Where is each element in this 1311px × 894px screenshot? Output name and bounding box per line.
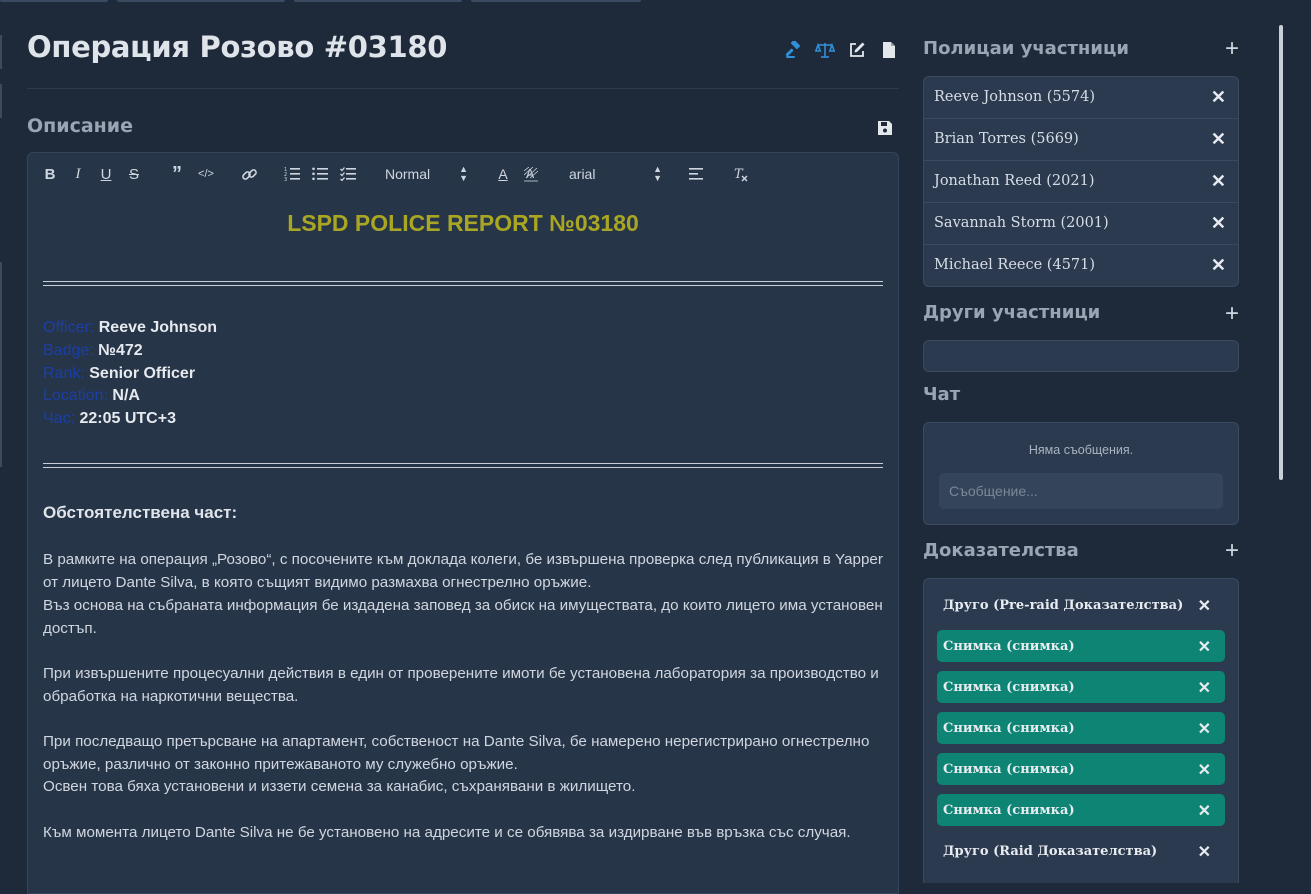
scrollbar[interactable] <box>1279 25 1283 480</box>
double-divider <box>43 281 883 286</box>
close-icon[interactable]: ✕ <box>1198 719 1211 738</box>
evidence-item[interactable]: Друго (Raid Доказателства) ✕ <box>937 835 1225 867</box>
blockquote-icon[interactable]: ” <box>169 163 185 185</box>
field-location: Location: N/A <box>43 387 140 404</box>
select-arrow-icon: ▲ ▼ <box>459 164 468 183</box>
save-icon[interactable] <box>875 118 895 138</box>
editor-toolbar: B I U S ” </> 123 Normal ▲ ▼ A arial ▲ ▼… <box>28 153 898 195</box>
others-heading: Други участници <box>923 302 1101 323</box>
close-icon[interactable]: ✕ <box>1198 678 1211 697</box>
list-item: Reeve Johnson (5574) ✕ <box>924 77 1238 119</box>
link-icon[interactable] <box>240 165 258 183</box>
list-item: Michael Reece (4571) ✕ <box>934 255 1226 276</box>
checklist-icon[interactable] <box>339 165 357 183</box>
evidence-item[interactable]: Снимка (снимка) ✕ <box>937 671 1225 703</box>
edit-icon[interactable] <box>847 40 867 60</box>
strike-button[interactable]: S <box>127 165 141 183</box>
report-editor[interactable]: B I U S ” </> 123 Normal ▲ ▼ A arial ▲ ▼… <box>27 152 899 894</box>
report-paragraph: При последващо претърсване на апартамент… <box>43 733 870 773</box>
italic-button[interactable]: I <box>72 165 84 183</box>
chat-heading: Чат <box>923 384 961 405</box>
other-participants-field[interactable] <box>923 340 1239 372</box>
chat-box: Няма съобщения. <box>923 422 1239 525</box>
add-officer-plus-icon[interactable]: + <box>1225 37 1239 61</box>
close-icon[interactable]: ✕ <box>1198 842 1211 861</box>
report-heading: LSPD POLICE REPORT №03180 <box>287 210 639 236</box>
report-paragraph: При извършените процесуални действия в е… <box>43 665 879 705</box>
align-icon[interactable] <box>688 165 706 183</box>
officers-list: Reeve Johnson (5574) ✕ Brian Torres (5669… <box>923 76 1239 287</box>
title-divider <box>27 88 899 89</box>
evidence-item[interactable]: Друго (Pre-raid Доказателства) ✕ <box>937 589 1225 621</box>
svg-text:3: 3 <box>284 177 287 181</box>
close-icon[interactable]: ✕ <box>1211 171 1226 192</box>
report-paragraph: Към момента лицето Dante Silva не бе уст… <box>43 824 851 841</box>
bullet-list-icon[interactable] <box>311 165 329 183</box>
description-label: Описание <box>27 115 134 137</box>
double-divider <box>43 463 883 468</box>
background-color-icon[interactable]: A <box>524 165 538 183</box>
field-officer: Officer: Reeve Johnson <box>43 319 217 336</box>
evidence-item[interactable]: Снимка (снимка) ✕ <box>937 753 1225 785</box>
close-icon[interactable]: ✕ <box>1198 760 1211 779</box>
ordered-list-icon[interactable]: 123 <box>283 165 301 183</box>
evidence-item[interactable]: Снимка (снимка) ✕ <box>937 794 1225 826</box>
close-icon[interactable]: ✕ <box>1198 596 1211 615</box>
bold-button[interactable]: B <box>44 165 56 183</box>
evidence-list: Друго (Pre-raid Доказателства) ✕ Снимка (… <box>923 578 1239 883</box>
close-icon[interactable]: ✕ <box>1211 129 1226 150</box>
report-paragraph: Въз основа на събраната информация бе из… <box>43 597 883 637</box>
field-time: Час: 22:05 UTC+3 <box>43 410 176 427</box>
evidence-heading: Доказателства <box>923 540 1079 561</box>
evidence-item[interactable]: Снимка (снимка) ✕ <box>937 712 1225 744</box>
select-arrow-icon: ▲ ▼ <box>653 164 662 183</box>
underline-button[interactable]: U <box>99 165 113 183</box>
left-edge-tab[interactable] <box>0 35 2 69</box>
close-icon[interactable]: ✕ <box>1198 637 1211 656</box>
list-item: Brian Torres (5669) ✕ <box>924 119 1238 161</box>
gavel-icon[interactable] <box>783 40 803 60</box>
font-select[interactable]: arial ▲ ▼ <box>569 165 662 183</box>
add-evidence-plus-icon[interactable]: + <box>1225 539 1239 563</box>
file-icon[interactable] <box>879 40 899 60</box>
left-edge-tab[interactable] <box>0 262 2 467</box>
close-icon[interactable]: ✕ <box>1211 87 1226 108</box>
left-edge-tab[interactable] <box>0 84 2 118</box>
report-paragraph: Освен това бяха установени и иззети семе… <box>43 778 636 795</box>
close-icon[interactable]: ✕ <box>1198 801 1211 820</box>
clear-format-icon[interactable]: T <box>732 165 750 183</box>
close-icon[interactable]: ✕ <box>1211 255 1226 276</box>
page-title: Операция Розово #03180 <box>27 30 448 64</box>
circumstances-heading: Обстоятелствена част: <box>43 503 238 522</box>
field-rank: Rank: Senior Officer <box>43 365 196 382</box>
title-actions <box>783 40 899 60</box>
main-panel: Операция Розово #03180 Описание B I U S … <box>27 0 899 894</box>
close-icon[interactable]: ✕ <box>1211 213 1226 234</box>
report-paragraph: В рамките на операция „Розово“, с посоче… <box>43 551 883 591</box>
list-item: Jonathan Reed (2021) ✕ <box>924 161 1238 203</box>
header-select[interactable]: Normal ▲ ▼ <box>385 165 468 183</box>
scales-icon[interactable] <box>815 40 835 60</box>
evidence-item[interactable]: Снимка (снимка) ✕ <box>937 630 1225 662</box>
code-icon[interactable]: </> <box>197 165 215 183</box>
officers-heading: Полицаи участници <box>923 38 1129 59</box>
list-item: Savannah Storm (2001) ✕ <box>924 203 1238 245</box>
field-badge: Badge: №472 <box>43 342 143 359</box>
chat-empty-text: Няма съобщения. <box>1028 443 1134 457</box>
add-other-plus-icon[interactable]: + <box>1225 302 1239 326</box>
sidebar: Полицаи участници + Reeve Johnson (5574)… <box>923 0 1239 883</box>
text-color-icon[interactable]: A <box>496 165 510 183</box>
chat-message-input[interactable] <box>939 473 1223 509</box>
